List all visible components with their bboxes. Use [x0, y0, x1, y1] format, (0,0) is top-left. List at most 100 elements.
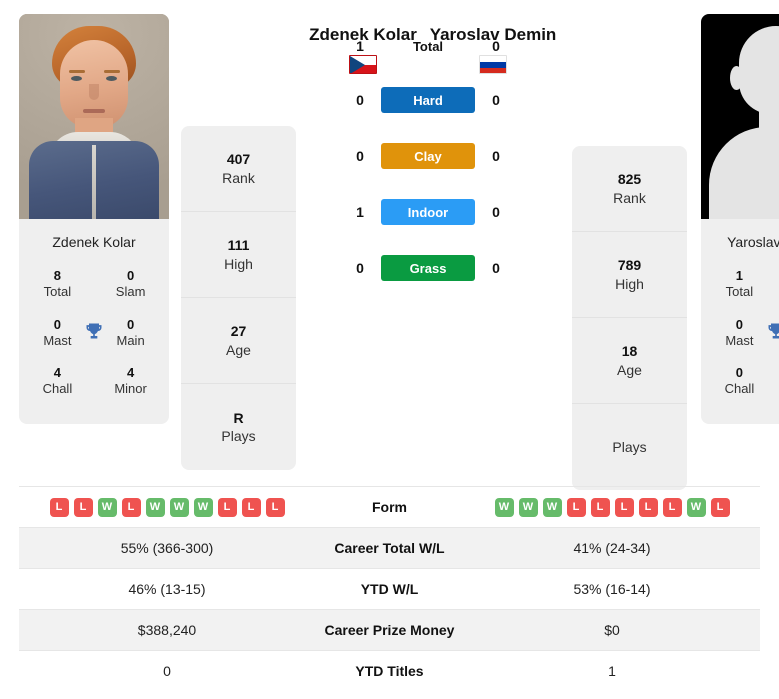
czech-republic-flag-icon [349, 55, 377, 75]
value-left: $388,240 [19, 609, 315, 651]
form-badge-loss[interactable]: L [590, 497, 610, 517]
form-badge-loss[interactable]: L [265, 497, 285, 517]
form-badge-loss[interactable]: L [710, 497, 730, 517]
titles-cell: 0 Main [106, 317, 155, 350]
titles-label: Total [725, 284, 754, 300]
titles-grid-right: 1 Total 0 Slam 0 Mast [701, 262, 779, 424]
titles-value: 0 [53, 316, 62, 332]
stat-label: High [615, 275, 644, 292]
stat-label: Plays [221, 428, 256, 444]
form-badge-win[interactable]: W [518, 497, 538, 517]
surface-score-left: 0 [356, 260, 364, 277]
player-photo-left [19, 14, 169, 219]
titles-label: Chall [724, 381, 755, 397]
table-row-career-prize-money: $388,240 Career Prize Money $0 [19, 609, 760, 651]
titles-label: Chall [42, 381, 73, 397]
form-badge-win[interactable]: W [97, 497, 117, 517]
value-left: 46% (13-15) [19, 568, 315, 610]
surface-badge-clay[interactable]: Clay [381, 143, 475, 170]
form-cell-left: LLWLWWWLLL [19, 486, 315, 528]
stat-cell-age: 27 Age [181, 298, 296, 384]
player-photo-name-left: Zdenek Kolar [52, 234, 136, 250]
form-badge-loss[interactable]: L [662, 497, 682, 517]
stat-cell-plays: R Plays [181, 384, 296, 470]
surface-score-right: 0 [492, 38, 500, 55]
trophy-icon [82, 321, 106, 345]
value-right: 53% (16-14) [464, 568, 760, 610]
trophy-icon [764, 321, 779, 345]
stat-label: Age [617, 361, 642, 378]
titles-cell: 0 Mast [715, 317, 764, 350]
form-badge-loss[interactable]: L [49, 497, 69, 517]
titles-value: 4 [53, 365, 62, 380]
surface-row-hard: 0 Hard 0 [296, 72, 560, 128]
stat-cell-rank: 825 Rank [572, 146, 687, 232]
player-card-left[interactable]: Zdenek Kolar 8 Total 0 Slam 0 Mast 0 Mai… [19, 14, 169, 424]
titles-row: 0 Mast 0 Main [711, 311, 779, 360]
row-label-ytd-wl: YTD W/L [315, 568, 464, 610]
stat-label: Rank [613, 189, 646, 206]
player-comparison-page: Zdenek Kolar 8 Total 0 Slam 0 Mast 0 Mai… [0, 0, 779, 699]
titles-value: 0 [735, 365, 744, 380]
form-badge-loss[interactable]: L [614, 497, 634, 517]
titles-cell: 4 Chall [33, 365, 82, 398]
form-badge-win[interactable]: W [193, 497, 213, 517]
stat-value: 825 [617, 171, 642, 188]
player-photo-name-right: Yaroslav Demin [727, 234, 779, 250]
player-card-right[interactable]: Yaroslav Demin 1 Total 0 Slam 0 [701, 14, 779, 424]
form-badge-win[interactable]: W [494, 497, 514, 517]
stat-value: 407 [226, 151, 251, 168]
titles-cell: 0 Slam [106, 268, 155, 301]
row-label-career-prize-money: Career Prize Money [315, 609, 464, 651]
surface-score-right: 0 [492, 204, 500, 221]
surface-comparison-column: Zdenek Kolar Yaroslav Demin 1 Total 0 0 … [296, 0, 560, 296]
form-badge-loss[interactable]: L [121, 497, 141, 517]
surface-row-clay: 0 Clay 0 [296, 128, 560, 184]
titles-value: 0 [735, 316, 744, 332]
value-right: 41% (24-34) [464, 527, 760, 569]
stat-card-right: 825 Rank 789 High 18 Age Plays [572, 146, 687, 490]
surface-badge-indoor[interactable]: Indoor [381, 199, 475, 226]
form-badge-loss[interactable]: L [241, 497, 261, 517]
table-row-ytd-wl: 46% (13-15) YTD W/L 53% (16-14) [19, 568, 760, 610]
stat-value: R [233, 409, 244, 426]
comparison-table: LLWLWWWLLL Form WWWLLLLLWL 55% (366-300)… [19, 486, 760, 692]
surface-score-right: 0 [492, 92, 500, 109]
value-left: 0 [19, 650, 315, 692]
surface-row-indoor: 1 Indoor 0 [296, 184, 560, 240]
titles-label: Main [116, 332, 145, 348]
form-badge-loss[interactable]: L [73, 497, 93, 517]
titles-value: 8 [53, 268, 62, 283]
titles-label: Mast [43, 332, 72, 348]
surface-badge-grass[interactable]: Grass [381, 255, 475, 282]
form-badge-win[interactable]: W [145, 497, 165, 517]
form-badge-loss[interactable]: L [638, 497, 658, 517]
row-label-form: Form [315, 486, 464, 528]
titles-value: 0 [126, 268, 135, 283]
titles-value: 4 [126, 365, 135, 380]
titles-label: Mast [725, 332, 754, 348]
titles-row: 0 Mast 0 Main [29, 311, 159, 360]
value-right: 1 [464, 650, 760, 692]
form-badge-win[interactable]: W [542, 497, 562, 517]
form-badge-loss[interactable]: L [217, 497, 237, 517]
stat-label: Age [226, 341, 251, 358]
player-photo-right [701, 14, 779, 219]
surface-badge-hard[interactable]: Hard [381, 87, 475, 114]
titles-cell: 4 Minor [106, 365, 155, 398]
form-badge-win[interactable]: W [169, 497, 189, 517]
surface-label-total: Total [412, 38, 444, 54]
titles-row: 8 Total 0 Slam [29, 262, 159, 311]
form-badge-win[interactable]: W [686, 497, 706, 517]
row-label-career-total-wl: Career Total W/L [315, 527, 464, 569]
table-row-career-total-wl: 55% (366-300) Career Total W/L 41% (24-3… [19, 527, 760, 569]
form-badge-loss[interactable]: L [566, 497, 586, 517]
titles-cell: 0 Chall [715, 365, 764, 398]
comparison-header: Zdenek Kolar 8 Total 0 Slam 0 Mast 0 Mai… [0, 0, 779, 490]
titles-value: 1 [735, 268, 744, 283]
stat-card-left: 407 Rank 111 High 27 Age R Plays [181, 126, 296, 470]
titles-label: Slam [115, 284, 146, 300]
surface-score-right: 0 [492, 148, 500, 165]
russia-flag-icon [479, 55, 507, 75]
surface-score-left: 1 [356, 204, 364, 221]
